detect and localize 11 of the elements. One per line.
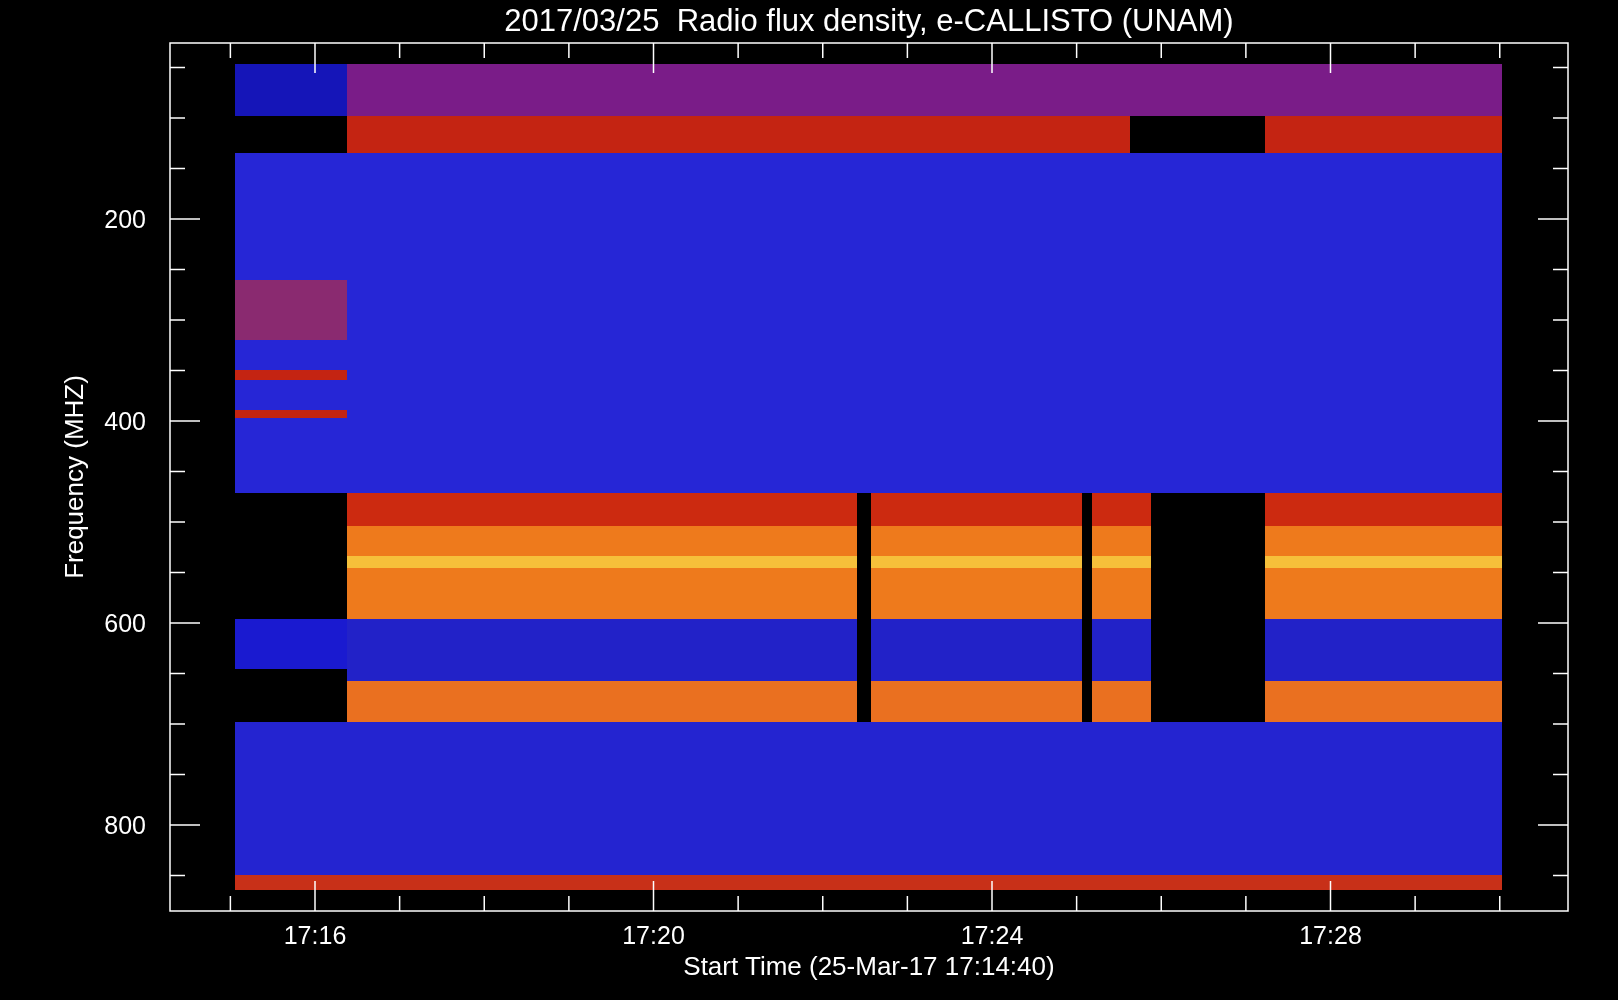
chart-title: 2017/03/25 Radio flux density, e-CALLISTO (UNAM) <box>504 3 1234 38</box>
x-tick-label: 17:28 <box>1299 921 1362 949</box>
y-axis-label: Frequency (MHZ) <box>59 375 89 579</box>
x-tick-label: 17:16 <box>283 921 347 949</box>
x-tick-label: 17:20 <box>622 921 685 949</box>
y-tick-label: 200 <box>104 205 146 233</box>
x-axis-label: Start Time (25-Mar-17 17:14:40) <box>683 951 1055 981</box>
y-tick-label: 600 <box>104 609 146 637</box>
y-tick-label: 400 <box>104 407 146 435</box>
y-tick-label: 800 <box>104 811 146 839</box>
x-tick-label: 17:24 <box>960 921 1024 949</box>
